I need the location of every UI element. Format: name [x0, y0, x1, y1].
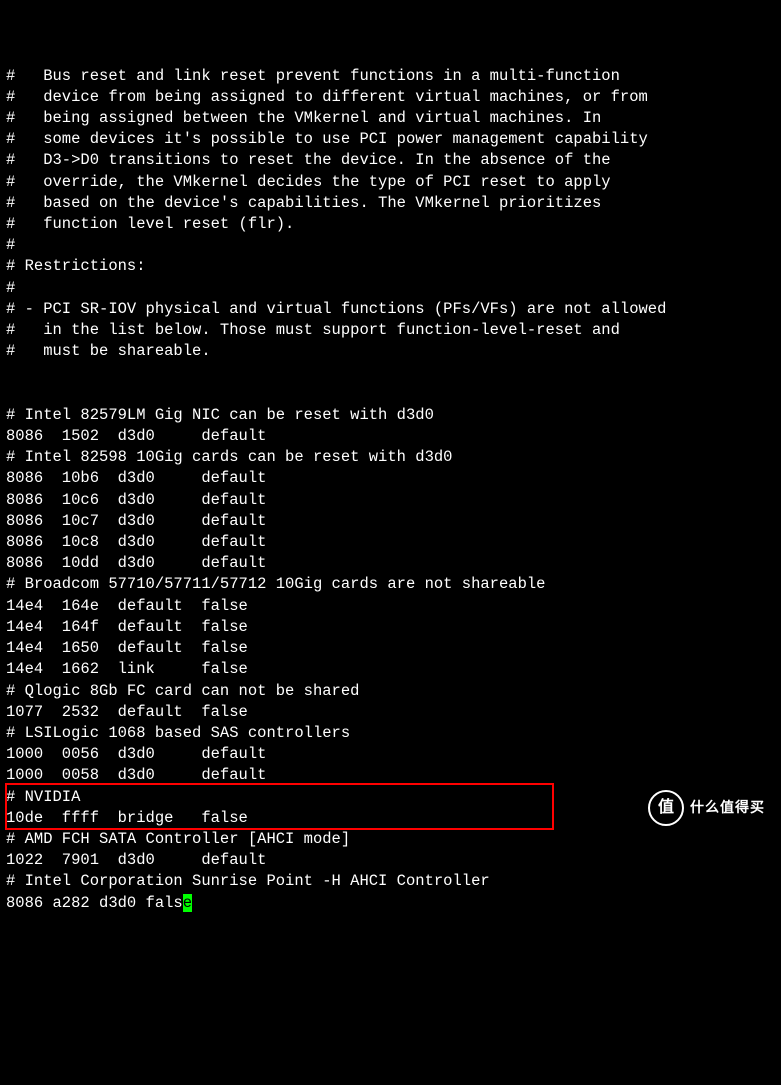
terminal-line: # NVIDIA — [6, 787, 775, 808]
terminal-line: 14e4 1650 default false — [6, 638, 775, 659]
terminal-line: 14e4 164f default false — [6, 617, 775, 638]
terminal-line: 1022 7901 d3d0 default — [6, 850, 775, 871]
terminal-line: 8086 10c6 d3d0 default — [6, 490, 775, 511]
terminal-line: 8086 1502 d3d0 default — [6, 426, 775, 447]
terminal-line: # AMD FCH SATA Controller [AHCI mode] — [6, 829, 775, 850]
terminal-line: # Broadcom 57710/57711/57712 10Gig cards… — [6, 574, 775, 595]
terminal-line: # Bus reset and link reset prevent funct… — [6, 66, 775, 87]
terminal-line: # must be shareable. — [6, 341, 775, 362]
terminal-line: # in the list below. Those must support … — [6, 320, 775, 341]
terminal-line: # D3->D0 transitions to reset the device… — [6, 150, 775, 171]
terminal-line — [6, 384, 775, 405]
terminal-line: 1077 2532 default false — [6, 702, 775, 723]
terminal-line: 1000 0058 d3d0 default — [6, 765, 775, 786]
terminal-line: # Qlogic 8Gb FC card can not be shared — [6, 681, 775, 702]
terminal-line: # — [6, 235, 775, 256]
terminal-output: # Bus reset and link reset prevent funct… — [6, 66, 775, 914]
terminal-line: # override, the VMkernel decides the typ… — [6, 172, 775, 193]
terminal-line: 8086 10dd d3d0 default — [6, 553, 775, 574]
terminal-line: # — [6, 278, 775, 299]
terminal-line: # some devices it's possible to use PCI … — [6, 129, 775, 150]
terminal-line: # - PCI SR-IOV physical and virtual func… — [6, 299, 775, 320]
terminal-line: # LSILogic 1068 based SAS controllers — [6, 723, 775, 744]
terminal-cursor: e — [183, 894, 192, 912]
terminal-line: # function level reset (flr). — [6, 214, 775, 235]
terminal-line: 14e4 164e default false — [6, 596, 775, 617]
terminal-line: 8086 10c8 d3d0 default — [6, 532, 775, 553]
terminal-line: 1000 0056 d3d0 default — [6, 744, 775, 765]
terminal-line: 14e4 1662 link false — [6, 659, 775, 680]
terminal-line: # device from being assigned to differen… — [6, 87, 775, 108]
terminal-line: # Restrictions: — [6, 256, 775, 277]
terminal-line — [6, 362, 775, 383]
terminal-line: 10de ffff bridge false — [6, 808, 775, 829]
terminal-line: # Intel Corporation Sunrise Point -H AHC… — [6, 871, 775, 892]
terminal-line: 8086 a282 d3d0 false — [6, 893, 775, 914]
terminal-line: # being assigned between the VMkernel an… — [6, 108, 775, 129]
terminal-line: 8086 10c7 d3d0 default — [6, 511, 775, 532]
terminal-line: # Intel 82598 10Gig cards can be reset w… — [6, 447, 775, 468]
terminal-line: # Intel 82579LM Gig NIC can be reset wit… — [6, 405, 775, 426]
terminal-line: 8086 10b6 d3d0 default — [6, 468, 775, 489]
terminal-line: # based on the device's capabilities. Th… — [6, 193, 775, 214]
